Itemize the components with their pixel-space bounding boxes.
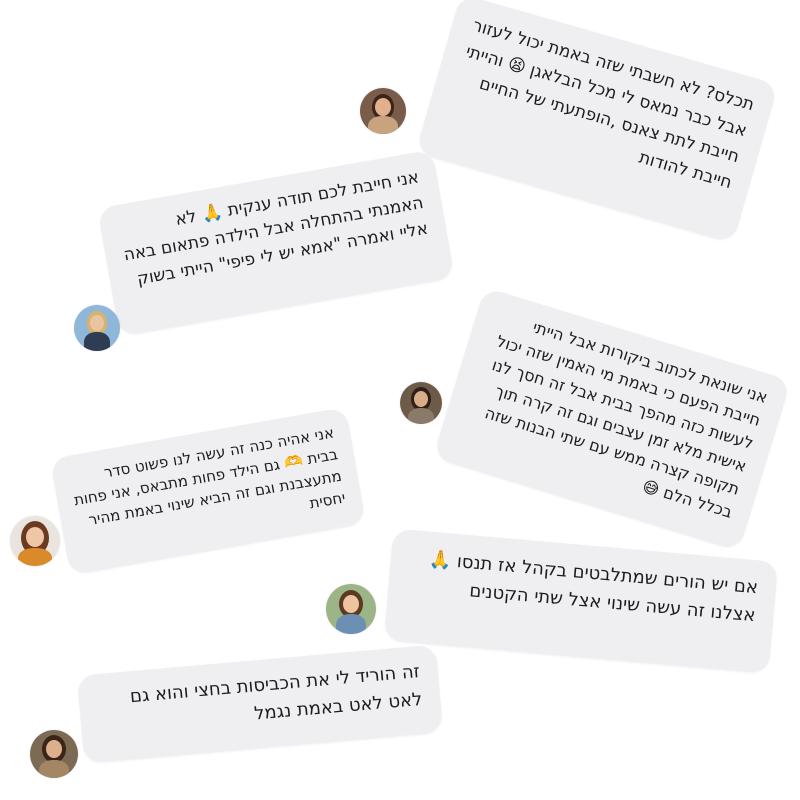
avatar[interactable] bbox=[400, 382, 442, 424]
message-bubble: אני חייבת לכם תודה ענקית 🙏 לא האמנתי בהת… bbox=[97, 149, 455, 337]
message-bubble: אם יש הורים שמתלבטים בקהל אז תנסו 🙏אצלנו… bbox=[383, 528, 779, 674]
avatar-face bbox=[343, 595, 359, 613]
message-text: אני אהיה כנה זה עשה לנו פשוט סדר בבית 🫶 … bbox=[72, 423, 347, 530]
message-text: תכלס? לא חשבתי שזה באמת יכול לעזור אבל כ… bbox=[463, 15, 757, 194]
avatar-body bbox=[368, 116, 398, 134]
message-text: אם יש הורים שמתלבטים בקהל אז תנסו 🙏אצלנו… bbox=[428, 548, 759, 627]
message-text: זה הוריד לי את הכביסות בחצי והוא גם לאט … bbox=[129, 660, 424, 725]
avatar-body bbox=[39, 760, 69, 778]
message-text: אני חייבת לכם תודה ענקית 🙏 לא האמנתי בהת… bbox=[122, 167, 430, 290]
message-bubble: אני אהיה כנה זה עשה לנו פשוט סדר בבית 🫶 … bbox=[50, 406, 366, 576]
avatar[interactable] bbox=[360, 88, 406, 134]
avatar-face bbox=[46, 740, 62, 758]
avatar-face bbox=[90, 315, 104, 331]
avatar-body bbox=[336, 614, 366, 634]
message-bubble: זה הוריד לי את הכביסות בחצי והוא גם לאט … bbox=[76, 644, 444, 764]
avatar-body bbox=[408, 408, 434, 424]
avatar[interactable] bbox=[30, 730, 78, 778]
avatar-face bbox=[26, 527, 44, 547]
avatar[interactable] bbox=[10, 516, 60, 566]
avatar[interactable] bbox=[74, 305, 120, 351]
avatar-face bbox=[414, 391, 428, 407]
avatar[interactable] bbox=[326, 584, 376, 634]
avatar-body bbox=[84, 332, 110, 351]
message-bubble: אני שונאת לכתוב ביקורות אבל הייתי חייבת … bbox=[432, 287, 792, 551]
message-text: אני שונאת לכתוב ביקורות אבל הייתי חייבת … bbox=[482, 317, 770, 522]
avatar-face bbox=[375, 98, 391, 116]
avatar-body bbox=[18, 548, 52, 566]
message-bubble: תכלס? לא חשבתי שזה באמת יכול לעזור אבל כ… bbox=[415, 0, 779, 244]
